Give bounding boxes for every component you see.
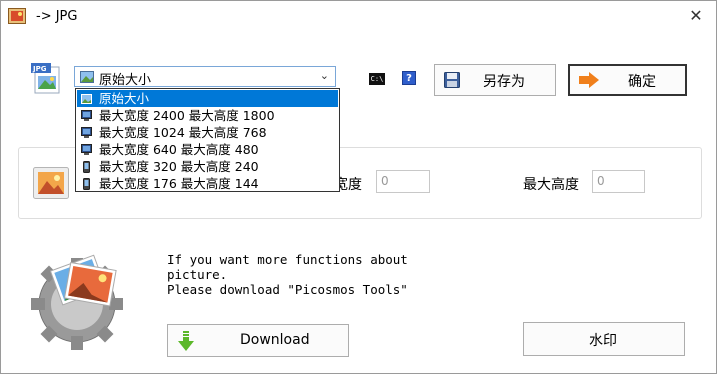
phone-icon [83, 161, 90, 173]
size-select-value: 原始大小 [99, 73, 152, 88]
size-option-original[interactable]: 原始大小 [77, 90, 338, 107]
size-select[interactable]: 原始大小 ⌄ [74, 66, 336, 88]
floppy-disk-icon [444, 72, 460, 88]
size-option-176[interactable]: 最大宽度 176 最大高度 144 [77, 175, 338, 192]
monitor-icon [81, 110, 92, 121]
save-as-button[interactable]: 另存为 [434, 64, 556, 96]
width-input[interactable]: 0 [376, 170, 430, 193]
watermark-button[interactable]: 水印 [523, 322, 685, 356]
jpg-file-icon: JPG [31, 63, 60, 94]
landscape-icon [81, 94, 92, 104]
arrow-right-icon [579, 72, 599, 88]
image-resize-icon[interactable] [33, 167, 69, 199]
monitor-icon [81, 127, 92, 138]
size-option-1024[interactable]: 最大宽度 1024 最大高度 768 [77, 124, 338, 141]
size-option-320[interactable]: 最大宽度 320 最大高度 240 [77, 158, 338, 175]
download-button[interactable]: Download [167, 324, 349, 357]
svg-text:JPG: JPG [32, 65, 47, 73]
close-button[interactable]: ✕ [684, 4, 708, 28]
download-arrow-icon [178, 331, 194, 351]
monitor-icon [81, 144, 92, 155]
size-option-2400[interactable]: 最大宽度 2400 最大高度 1800 [77, 107, 338, 124]
picosmos-tools-icon [31, 254, 123, 350]
chevron-down-icon: ⌄ [319, 69, 329, 82]
promo-text: If you want more functions about picture… [167, 252, 408, 297]
command-prompt-icon[interactable]: C:\ [369, 73, 385, 85]
help-icon[interactable]: ? [402, 71, 416, 85]
size-dropdown-list: 原始大小 最大宽度 2400 最大高度 1800 最大宽度 1024 最大高度 … [75, 88, 340, 192]
max-height-input[interactable]: 0 [592, 170, 645, 193]
landscape-icon [80, 71, 94, 83]
phone-icon [83, 178, 90, 190]
max-height-label: 最大高度 [523, 177, 579, 193]
size-option-640[interactable]: 最大宽度 640 最大高度 480 [77, 141, 338, 158]
window-title: -> JPG [36, 9, 78, 24]
app-icon [8, 8, 26, 24]
ok-button[interactable]: 确定 [568, 64, 687, 96]
